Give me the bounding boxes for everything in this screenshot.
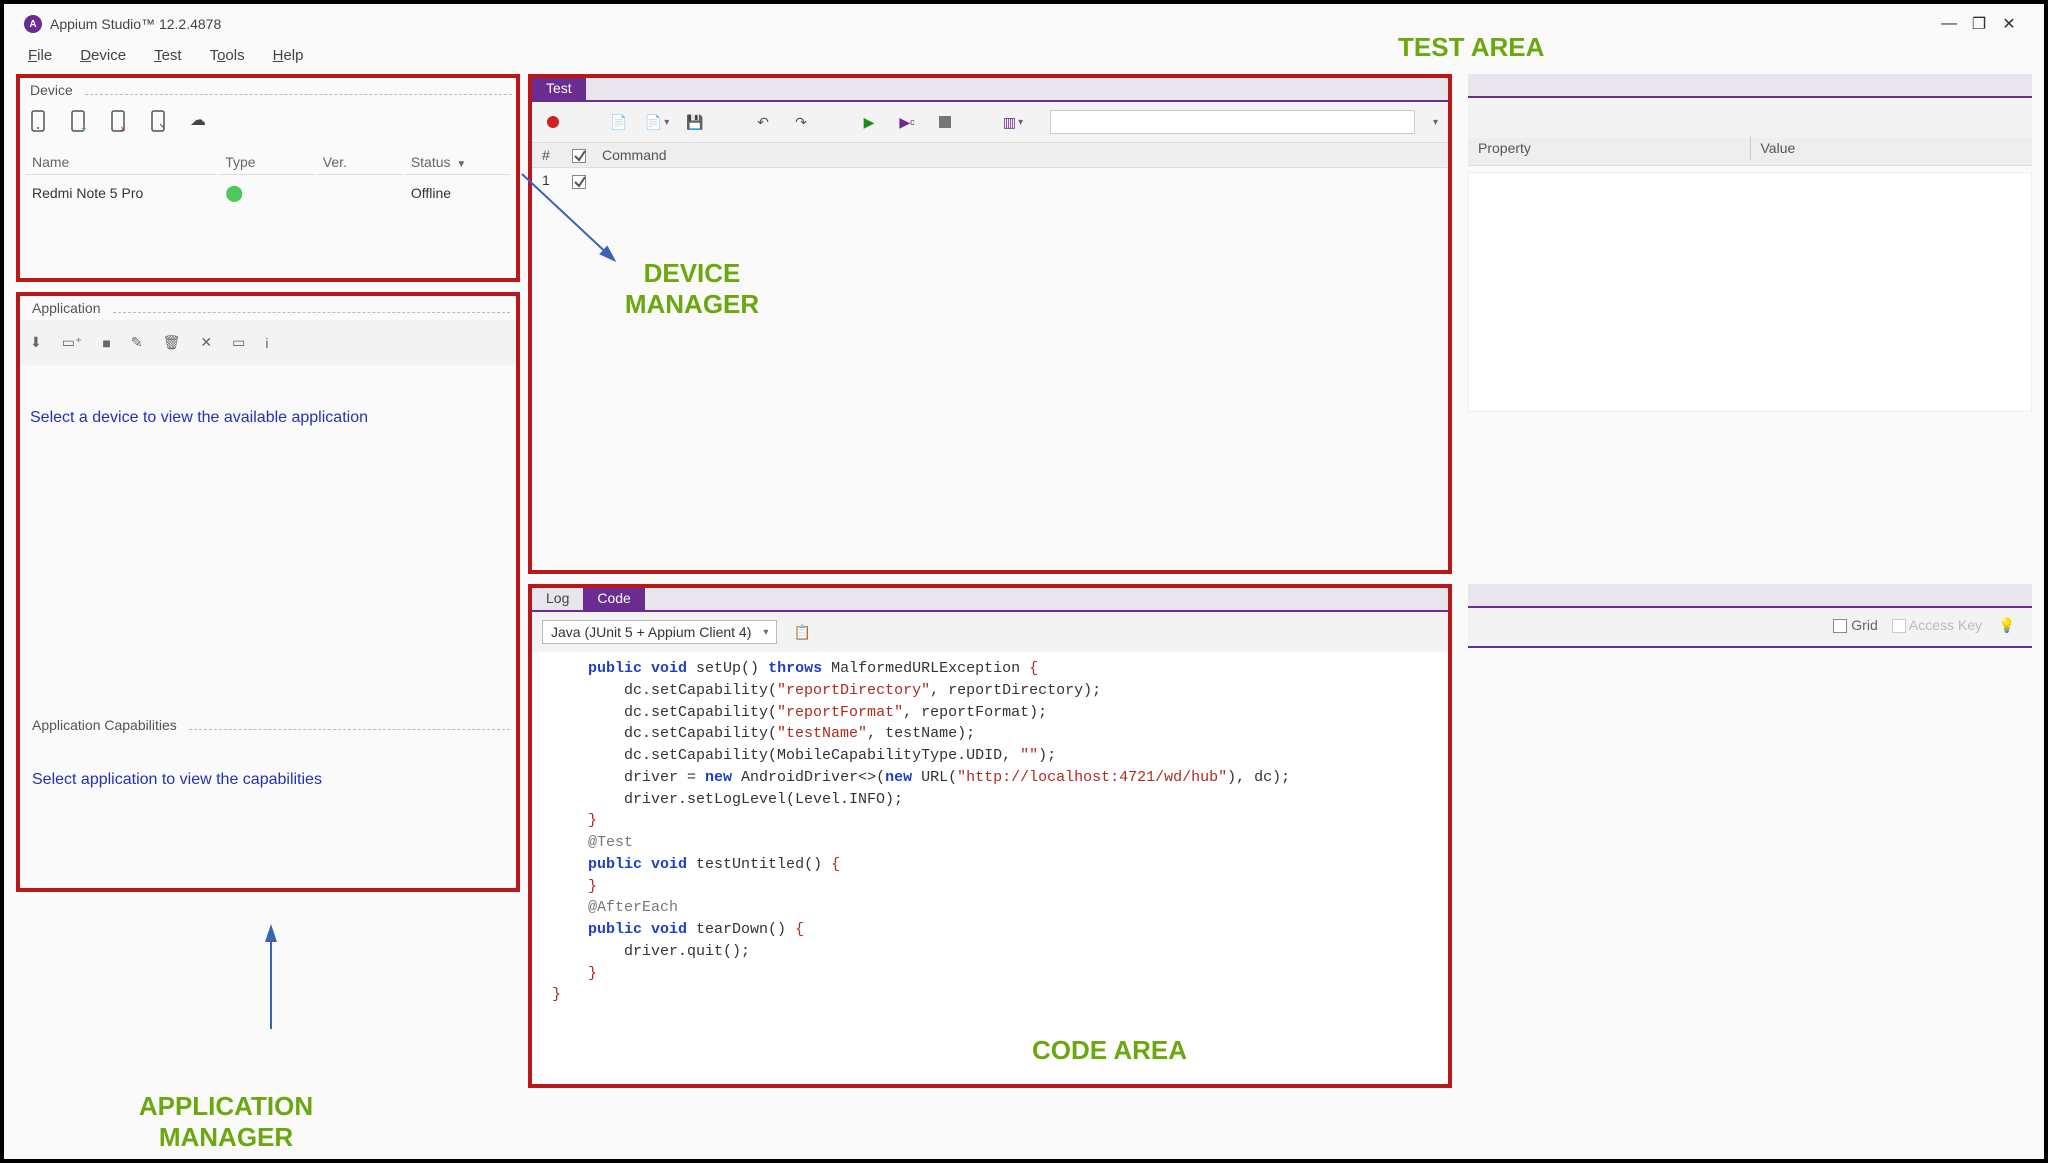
play-c-icon[interactable]: ▶c: [896, 111, 918, 133]
device-panel: Device + × ☁ Name Type Ver.: [16, 74, 520, 282]
capabilities-title: Application Capabilities: [26, 715, 183, 735]
test-table-header: # Command: [532, 142, 1448, 168]
device-col-type[interactable]: Type: [219, 150, 315, 175]
info-app-icon[interactable]: i: [265, 335, 268, 351]
annotation-app-manager: APPLICATION MANAGER: [96, 1091, 356, 1153]
maximize-button[interactable]: ❐: [1964, 14, 1994, 34]
application-panel: Application ⬇ ▭⁺ ■ ✎ 🗑 ✕ ▭ i Select a de…: [16, 292, 520, 892]
uninstall-app-icon[interactable]: 🗑: [163, 334, 181, 351]
menu-tools[interactable]: Tools: [210, 47, 245, 64]
app-icon: A: [24, 15, 42, 33]
delete-app-icon[interactable]: ✕: [200, 334, 212, 351]
property-col-value[interactable]: Value: [1750, 136, 2033, 160]
redo-icon[interactable]: ↷: [790, 111, 812, 133]
remove-device-icon[interactable]: ×: [110, 110, 130, 134]
code-right-toolbar: Grid Access Key 💡: [1468, 584, 2032, 648]
application-toolbar: ⬇ ▭⁺ ■ ✎ 🗑 ✕ ▭ i: [20, 320, 516, 365]
code-area: public void setUp() throws MalformedURLE…: [532, 652, 1448, 1012]
install-app-icon[interactable]: ▭⁺: [62, 334, 83, 351]
test-row-num: 1: [542, 172, 572, 188]
cloud-icon[interactable]: ☁: [190, 110, 210, 134]
code-language-selector[interactable]: Java (JUnit 5 + Appium Client 4)▾: [542, 620, 777, 644]
property-panel: Property Value: [1468, 74, 2032, 412]
device-table: Name Type Ver. Status ▼ Redmi Note 5 Pro…: [24, 148, 512, 211]
close-button[interactable]: ✕: [1994, 14, 2024, 34]
titlebar: A Appium Studio™ 12.2.4878 — ❐ ✕: [16, 10, 2032, 38]
save-icon[interactable]: 💾: [684, 111, 706, 133]
menu-test[interactable]: Test: [154, 47, 182, 64]
clear-app-icon[interactable]: ✎: [131, 334, 143, 351]
app-title: Appium Studio™ 12.2.4878: [50, 16, 221, 32]
application-empty-message: Select a device to view the available ap…: [20, 365, 516, 437]
code-panel: Log Code Java (JUnit 5 + Appium Client 4…: [528, 584, 1452, 1088]
access-key-checkbox[interactable]: Access Key: [1892, 617, 1982, 633]
add-device-plus-icon[interactable]: +: [70, 110, 90, 134]
annotation-device-manager: DEVICE MANAGER: [592, 258, 792, 320]
android-icon: ⬤: [225, 185, 243, 202]
test-col-command: Command: [602, 147, 667, 163]
test-search-input[interactable]: [1050, 110, 1415, 134]
device-ver: [317, 177, 403, 209]
device-name: Redmi Note 5 Pro: [26, 177, 217, 209]
capabilities-empty-message: Select application to view the capabilit…: [20, 737, 516, 823]
record-icon[interactable]: [542, 111, 564, 133]
device-toolbar: + × ☁: [24, 100, 512, 148]
svg-text:+: +: [81, 124, 86, 132]
device-status: Offline: [405, 177, 510, 209]
import-app-icon[interactable]: ⬇: [30, 334, 42, 351]
menu-device[interactable]: Device: [80, 47, 126, 64]
test-row-checkbox[interactable]: [572, 175, 586, 189]
log-tab[interactable]: Log: [532, 588, 583, 610]
stop-app-icon[interactable]: ■: [102, 335, 110, 351]
test-row[interactable]: 1: [532, 168, 1448, 192]
device-col-name[interactable]: Name: [26, 150, 217, 175]
device-row[interactable]: Redmi Note 5 Pro ⬤ Offline: [26, 177, 510, 209]
menubar: File Device Test Tools Help: [16, 38, 2032, 68]
stop-icon[interactable]: [934, 111, 956, 133]
edit-device-icon[interactable]: [150, 110, 170, 134]
test-toolbar: 📄 📄▾ 💾 ↶ ↷ ▶ ▶c ▥▾ ▾: [532, 102, 1448, 142]
device-panel-title: Device: [24, 80, 79, 100]
code-tab[interactable]: Code: [583, 588, 644, 610]
launch-app-icon[interactable]: ▭: [232, 334, 245, 351]
application-panel-title: Application: [26, 298, 107, 318]
bulb-icon[interactable]: 💡: [1996, 614, 2018, 636]
add-step-icon[interactable]: 📄▾: [646, 111, 668, 133]
menu-file[interactable]: File: [28, 47, 52, 64]
menu-help[interactable]: Help: [273, 47, 304, 64]
copy-code-icon[interactable]: 📋: [791, 621, 813, 643]
device-type: ⬤: [219, 177, 315, 209]
test-panel: Test 📄 📄▾ 💾 ↶ ↷ ▶ ▶c ▥▾: [528, 74, 1452, 574]
undo-icon[interactable]: ↶: [752, 111, 774, 133]
test-tab[interactable]: Test: [532, 78, 586, 100]
property-col-property[interactable]: Property: [1468, 136, 1750, 160]
new-step-icon[interactable]: 📄: [608, 111, 630, 133]
play-icon[interactable]: ▶: [858, 111, 880, 133]
search-dropdown-icon[interactable]: ▾: [1433, 117, 1438, 128]
device-col-status[interactable]: Status ▼: [405, 150, 510, 175]
grid-checkbox[interactable]: Grid: [1833, 617, 1877, 633]
test-col-num: #: [542, 147, 572, 163]
annotation-code-area: CODE AREA: [1032, 1035, 1187, 1066]
device-col-ver[interactable]: Ver.: [317, 150, 403, 175]
layout-icon[interactable]: ▥▾: [1002, 111, 1024, 133]
add-device-icon[interactable]: [30, 110, 50, 134]
svg-text:×: ×: [120, 124, 126, 132]
test-header-checkbox[interactable]: [572, 149, 586, 163]
code-toolbar: Java (JUnit 5 + Appium Client 4)▾ 📋: [532, 612, 1448, 652]
test-search[interactable]: [1050, 110, 1415, 134]
minimize-button[interactable]: —: [1934, 15, 1964, 33]
